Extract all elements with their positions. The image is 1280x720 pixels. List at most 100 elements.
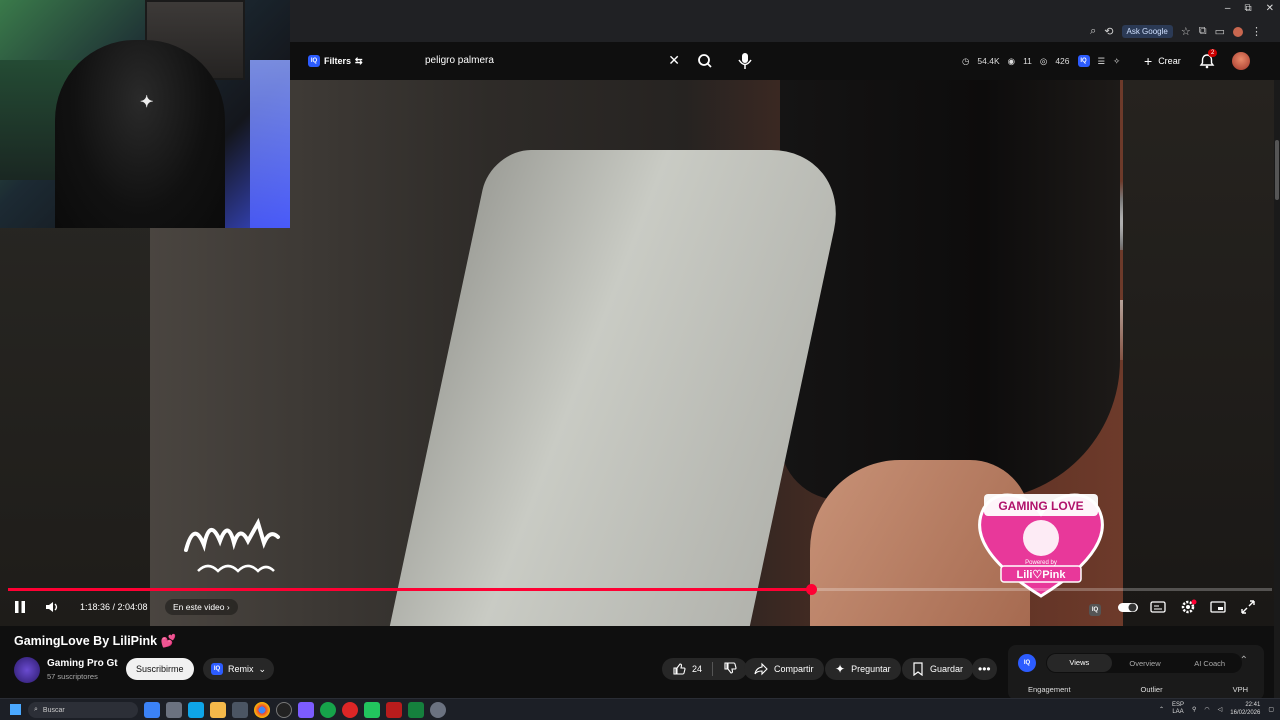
obs-icon[interactable] [276,702,292,718]
cast-icon[interactable]: ▭ [1215,25,1225,38]
media-icon[interactable] [386,702,402,718]
create-label: Crear [1158,56,1181,66]
subscribe-button[interactable]: Suscribirme [126,658,194,680]
notifications-button[interactable]: 2 [1198,49,1218,70]
notification-center-icon[interactable]: ▢ [1268,706,1274,713]
metric-vph: VPH [1232,685,1248,694]
wifi-icon[interactable]: ◠ [1204,706,1209,713]
play-icon[interactable] [364,702,380,718]
excel-icon[interactable] [408,702,424,718]
page-scrollbar[interactable] [1274,80,1280,698]
autoplay-toggle[interactable] [1117,598,1138,616]
account-avatar[interactable] [1232,52,1250,70]
translate-icon[interactable]: ⟲ [1104,25,1113,38]
close-button[interactable]: ✕ [1266,3,1274,14]
miniplayer-button[interactable] [1209,598,1227,616]
iq-extension-icon[interactable]: IQ [1077,55,1090,67]
chrome-icon[interactable] [254,702,270,718]
menu-dots-icon[interactable]: ⋮ [1251,25,1262,38]
lens-icon[interactable]: ⌕ [1090,25,1096,38]
app-icon[interactable] [430,702,446,718]
ask-label: Preguntar [851,664,891,674]
dislike-button[interactable] [723,661,737,677]
iq-player-button[interactable]: IQ [1089,598,1107,616]
tab-ai-coach[interactable]: AI Coach [1177,659,1242,668]
iq-badge-icon: IQ [308,55,320,67]
remix-button[interactable]: IQ Remix ⌄ [203,658,275,680]
widgets-icon[interactable] [166,702,182,718]
chapters-button[interactable]: En este video › [165,598,238,616]
progress-scrubber[interactable] [805,584,817,595]
taskbar-search-text: Buscar [42,706,65,714]
xbox-icon[interactable] [320,702,336,718]
toolbar-icons: ⌕ ⟲ Ask Google ☆ ⧉ ▭ ⋮ [1090,25,1262,38]
voice-search-button[interactable] [734,50,756,72]
channel-name[interactable]: Gaming Pro Gt [47,658,118,669]
volume-button[interactable] [44,598,62,616]
like-button[interactable]: 24 [672,662,702,676]
minimize-button[interactable]: – [1225,3,1231,14]
chapters-label: En este video › [165,599,238,615]
speaker-icon[interactable]: ◁ [1218,706,1223,713]
store-icon[interactable] [232,702,248,718]
ask-google-button[interactable]: Ask Google [1121,25,1173,38]
edge-icon[interactable] [188,702,204,718]
progress-bar[interactable] [8,584,1272,595]
settings-button[interactable] [1179,598,1197,616]
magic-icon[interactable]: ✧ [1113,56,1120,67]
video-scene-dark-leg [780,80,1120,500]
save-button[interactable]: Guardar [902,658,974,680]
webcam-cap-logo: ✦ [140,94,154,111]
mic-tray-icon[interactable]: ⚲ [1192,706,1196,713]
bookmark-icon [913,662,923,676]
bookmark-star-icon[interactable]: ☆ [1181,25,1191,38]
filters-label: Filters [324,56,352,66]
expand-icon [1241,600,1255,614]
pause-icon [15,601,25,613]
clock-icon: ◷ [962,55,970,66]
explorer-icon[interactable] [210,702,226,718]
taskbar-apps [144,702,446,718]
search-text: peligro palmera [425,55,494,66]
like-count: 24 [692,664,703,674]
channel-avatar[interactable] [14,657,40,683]
fullscreen-button[interactable] [1239,598,1257,616]
taskbar-clock[interactable]: 22:41 16/02/2026 [1230,701,1260,717]
extensions-icon[interactable]: ⧉ [1199,25,1207,38]
list-icon[interactable]: ☰ [1098,56,1106,67]
save-label: Guardar [930,664,964,674]
youtube-icon[interactable] [342,702,358,718]
captions-button[interactable] [1149,598,1167,616]
language-indicator[interactable]: ESP LAA [1172,702,1184,716]
clear-search-icon[interactable]: ✕ [668,52,680,69]
windows-start-icon[interactable] [10,704,21,715]
tab-views[interactable]: Views [1047,654,1112,672]
sparkle-icon: ✦ [835,662,846,676]
filters-button[interactable]: IQ Filters ⇆ [308,52,363,70]
ask-button[interactable]: ✦ Preguntar [825,658,901,680]
webcam-overlay: ✦ [0,0,290,228]
more-actions-button[interactable]: ••• [972,658,997,680]
scrollbar-thumb[interactable] [1275,140,1279,200]
collapse-icon[interactable]: ⌃ [1240,655,1248,666]
discord-icon[interactable] [298,702,314,718]
share-button[interactable]: Compartir [744,658,824,680]
maximize-button[interactable]: ⧉ [1244,3,1251,14]
search-button[interactable] [692,50,718,72]
task-view-icon[interactable] [144,702,160,718]
share-label: Compartir [774,664,814,674]
search-input[interactable]: peligro palmera ✕ [416,50,686,72]
pause-button[interactable] [12,598,28,616]
brand-logo-top-text: GAMING LOVE [998,499,1083,513]
channel-stats: ◷ 54.4K ◉ 11 ◎ 426 IQ ☰ ✧ [962,55,1120,67]
taskbar-search[interactable]: ⌕ Buscar [28,702,138,718]
tab-overview[interactable]: Overview [1113,659,1178,668]
profile-icon[interactable] [1233,26,1243,37]
stat-watching: 11 [1023,56,1032,66]
create-button[interactable]: + Crear [1136,51,1189,71]
progress-played [8,588,811,591]
window-controls: – ⧉ ✕ [1225,3,1274,14]
webcam-blue-light [250,60,290,228]
captions-icon [1150,601,1166,613]
tray-chevron-icon[interactable]: ⌃ [1159,706,1164,713]
